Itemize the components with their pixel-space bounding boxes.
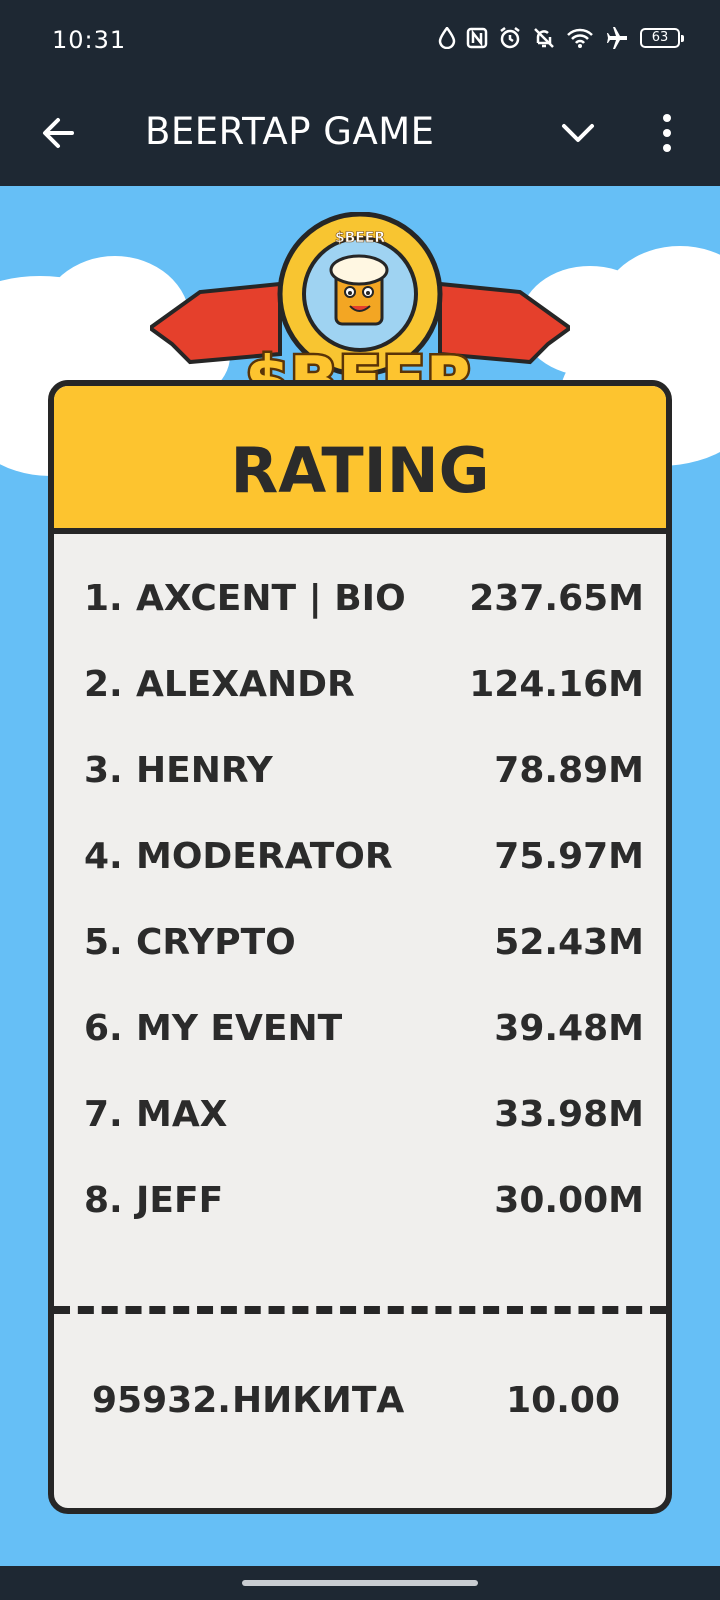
more-vertical-icon[interactable] — [652, 110, 682, 156]
airplane-icon — [607, 27, 627, 49]
player-name: HENRY — [136, 750, 273, 791]
player-name: MODERATOR — [136, 836, 393, 877]
player-score: 78.89M — [494, 750, 644, 791]
rank: 7. — [84, 1094, 123, 1135]
current-user-name: НИКИТА — [232, 1380, 405, 1421]
droplet-icon — [438, 27, 456, 49]
leaderboard-row: 3. HENRY 78.89M — [84, 746, 644, 796]
status-time: 10:31 — [52, 26, 127, 54]
rank: 3. — [84, 750, 123, 791]
leaderboard-row: 7. MAX 33.98M — [84, 1090, 644, 1140]
gesture-handle[interactable] — [242, 1580, 478, 1586]
player-name: MAX — [136, 1094, 228, 1135]
player-score: 33.98M — [494, 1094, 644, 1135]
player-score: 39.48M — [494, 1008, 644, 1049]
chevron-down-icon[interactable] — [558, 113, 598, 153]
leaderboard-row: 5. CRYPTO 52.43M — [84, 918, 644, 968]
alarm-icon — [500, 27, 520, 49]
navigation-bar — [0, 1566, 720, 1600]
leaderboard-row: 1. AXCENT | BIO 237.65M — [84, 574, 644, 624]
rank: 4. — [84, 836, 123, 877]
player-name: ALEXANDR — [136, 664, 355, 705]
leaderboard-row: 2. ALEXANDR 124.16M — [84, 660, 644, 710]
status-icons: 63 — [438, 26, 684, 50]
coin-ring-text: $BEER — [335, 230, 386, 246]
rank: 2. — [84, 664, 123, 705]
status-bar: 10:31 63 — [0, 0, 720, 80]
rating-header: RATING — [54, 386, 666, 534]
rank: 6. — [84, 1008, 123, 1049]
nfc-icon — [466, 27, 488, 49]
rating-title: RATING — [230, 434, 490, 507]
current-user-row: 95932. НИКИТА 10.00 — [92, 1376, 620, 1426]
app-bar: BEERTAP GAME — [0, 80, 720, 186]
current-user-rank: 95932. — [92, 1380, 231, 1421]
player-score: 75.97M — [494, 836, 644, 877]
rating-card: RATING 1. AXCENT | BIO 237.65M 2. ALEXAN… — [48, 380, 672, 1514]
leaderboard-row: 4. MODERATOR 75.97M — [84, 832, 644, 882]
app-title: BEERTAP GAME — [145, 110, 435, 153]
battery-icon: 63 — [640, 28, 684, 48]
wifi-icon — [567, 28, 593, 48]
player-name: AXCENT | BIO — [136, 578, 406, 619]
player-score: 52.43M — [494, 922, 644, 963]
player-score: 124.16M — [469, 664, 644, 705]
arrow-left-icon[interactable] — [38, 113, 78, 153]
bell-off-icon — [534, 28, 554, 48]
rank: 5. — [84, 922, 123, 963]
player-name: CRYPTO — [136, 922, 296, 963]
player-name: MY EVENT — [136, 1008, 343, 1049]
dashed-divider — [54, 1306, 666, 1314]
rank: 1. — [84, 578, 123, 619]
current-user-score: 10.00 — [506, 1380, 620, 1421]
leaderboard-row: 8. JEFF 30.00M — [84, 1176, 644, 1226]
player-score: 237.65M — [469, 578, 644, 619]
player-score: 30.00M — [494, 1180, 644, 1221]
rank: 8. — [84, 1180, 123, 1221]
player-name: JEFF — [136, 1180, 224, 1221]
leaderboard-row: 6. MY EVENT 39.48M — [84, 1004, 644, 1054]
